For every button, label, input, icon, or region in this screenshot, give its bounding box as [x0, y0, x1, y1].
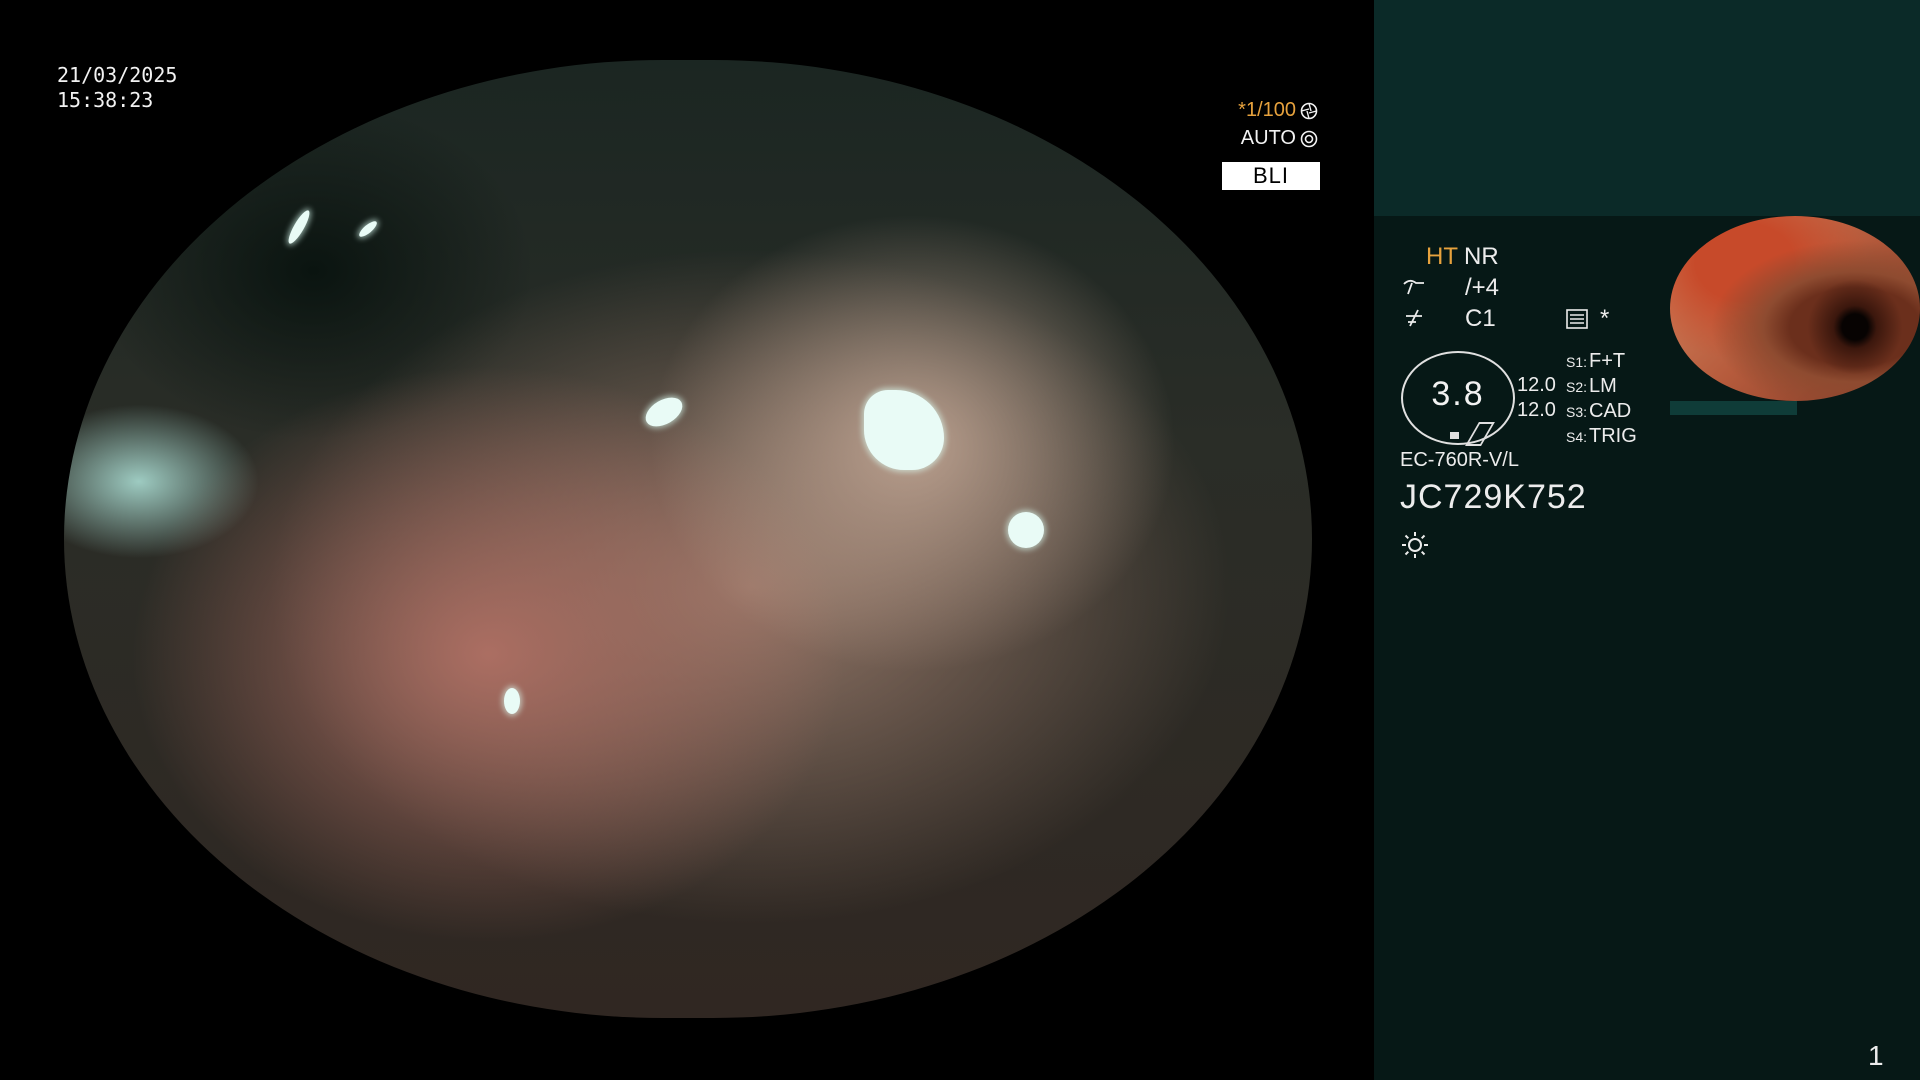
specular-highlight: [640, 391, 688, 433]
switch-s1: S1: F+T: [1566, 350, 1625, 373]
switch-s3: S3: CAD: [1566, 400, 1631, 423]
switch-key: S4:: [1566, 429, 1588, 445]
settings-icon: [1566, 309, 1588, 329]
sun-icon: [1402, 532, 1428, 558]
value-lower: 12.0: [1517, 399, 1556, 421]
color-icon: [1406, 309, 1422, 327]
shutter-speed: *1/100: [1238, 99, 1318, 122]
thumbnail-image[interactable]: [1670, 216, 1920, 401]
specular-highlight: [357, 218, 379, 240]
specular-highlight: [864, 390, 944, 470]
specular-highlight: [285, 208, 313, 246]
switch-key: S3:: [1566, 404, 1588, 420]
ht-label: HT: [1426, 243, 1458, 270]
nr-label: NR: [1464, 243, 1499, 270]
switch-value: LM: [1589, 375, 1617, 397]
exposure-mode: AUTO: [1241, 127, 1318, 150]
specular-highlight: [1008, 512, 1044, 548]
scope-serial: JC729K752: [1400, 478, 1587, 516]
switch-value: CAD: [1589, 400, 1632, 422]
star-indicator: *: [1600, 305, 1610, 332]
iris-icon: [1300, 130, 1318, 147]
thumbnail-picture: [1670, 216, 1920, 401]
switch-value: F+T: [1589, 350, 1626, 372]
switch-s4: S4: TRIG: [1566, 425, 1637, 448]
enhancement-value: /+4: [1465, 274, 1500, 301]
page-number: 1: [1868, 1040, 1884, 1071]
magnification-value: 3.8: [1431, 375, 1485, 413]
magnification-marker: [1450, 432, 1459, 439]
aperture-icon: [1300, 102, 1318, 119]
date-text: 21/03/2025: [57, 63, 178, 87]
value-upper: 12.0: [1517, 374, 1556, 396]
switch-key: S1:: [1566, 354, 1588, 370]
shutter-text: *1/100: [1238, 99, 1296, 121]
specular-highlight: [504, 688, 520, 714]
endoscope-image: [64, 60, 1312, 1018]
enhancement-icon: [1403, 279, 1424, 295]
scope-model: EC-760R-V/L: [1400, 449, 1519, 471]
time-text: 15:38:23: [57, 88, 154, 112]
auto-text: AUTO: [1240, 127, 1296, 149]
switch-s2: S2: LM: [1566, 375, 1617, 398]
side-panel-top: [1374, 0, 1920, 216]
color-mode-value: C1: [1465, 305, 1496, 332]
switch-key: S2:: [1566, 379, 1588, 395]
thumbnail-bar: [1670, 401, 1797, 415]
mode-badge: BLI: [1222, 162, 1320, 190]
switch-value: TRIG: [1589, 425, 1637, 447]
